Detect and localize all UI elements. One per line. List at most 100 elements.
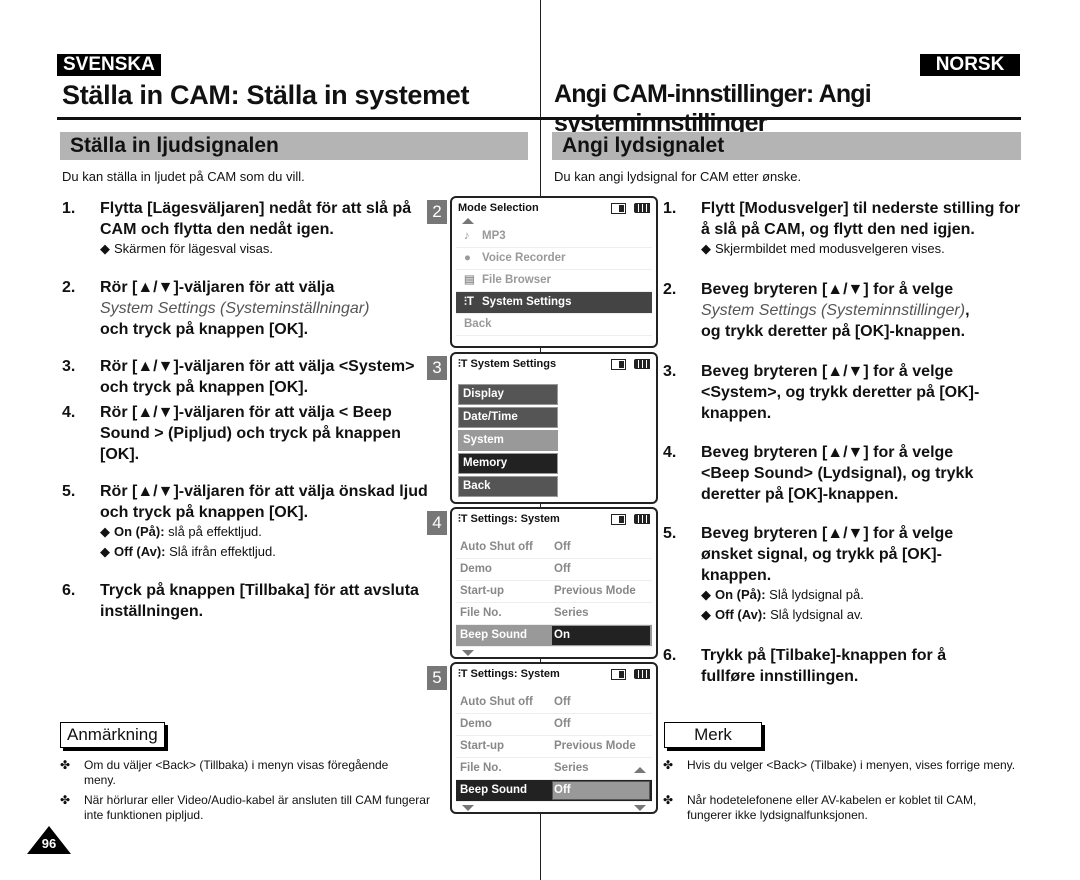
setting-key: Beep Sound xyxy=(460,784,528,796)
screen-title: Mode Selection xyxy=(458,202,539,214)
step-number: 5. xyxy=(62,483,76,500)
language-badge-norsk: NORSK xyxy=(920,54,1020,76)
option-label: Off (Av): xyxy=(715,607,767,622)
setting-key: Beep Sound xyxy=(460,629,528,641)
setting-demo[interactable]: Demo Off xyxy=(456,559,652,581)
diamond-bullet-icon: ◆ xyxy=(100,524,110,539)
step-number: 3. xyxy=(663,363,677,380)
note-text: Når hodetelefonene eller AV-kabelen er k… xyxy=(687,793,977,822)
value-down-arrow-icon[interactable] xyxy=(634,805,646,811)
battery-icon xyxy=(634,514,650,524)
settings-icon: ⫶T xyxy=(458,668,471,680)
step-number: 2. xyxy=(663,281,677,298)
step-text: Rör [▲/▼]-väljaren för att välja önskad … xyxy=(100,483,428,521)
step-1-note: ◆ Skärmen för lägesval visas. xyxy=(100,239,273,258)
menu-item-back[interactable]: Back xyxy=(458,476,558,497)
menu-item-mp3[interactable]: ♪ MP3 xyxy=(456,226,652,248)
status-icons xyxy=(611,359,650,379)
step-text: Flytt [Modusvelger] til nederste stillin… xyxy=(701,200,1021,238)
setting-auto-shut-off[interactable]: Auto Shut off Off xyxy=(456,692,652,714)
screen-step-number: 5 xyxy=(427,666,447,690)
menu-item-label: Back xyxy=(464,318,492,330)
scroll-down-arrow-icon xyxy=(462,805,474,811)
setting-value: Off xyxy=(554,563,571,575)
setting-auto-shut-off[interactable]: Auto Shut off Off xyxy=(456,537,652,559)
clover-bullet-icon: ✤ xyxy=(60,793,71,807)
setting-start-up[interactable]: Start-up Previous Mode xyxy=(456,736,652,758)
setting-value: Series xyxy=(554,762,589,774)
screen-system-settings: ⫶T System Settings Display Date/Time Sys… xyxy=(450,352,658,504)
setting-start-up[interactable]: Start-up Previous Mode xyxy=(456,581,652,603)
setting-value: Series xyxy=(554,607,589,619)
setting-key: Demo xyxy=(460,718,492,730)
screen-title: Settings: System xyxy=(470,513,560,525)
step-text: Rör [▲/▼]-väljaren för att välja <System… xyxy=(100,358,415,396)
setting-demo[interactable]: Demo Off xyxy=(456,714,652,736)
setting-value: Off xyxy=(554,784,571,796)
menu-item-display[interactable]: Display xyxy=(458,384,558,405)
setting-value: On xyxy=(554,629,570,641)
note-label-svenska: Anmärkning xyxy=(60,722,165,748)
diamond-bullet-icon: ◆ xyxy=(100,241,110,256)
file-icon: ▤ xyxy=(464,274,475,286)
setting-beep-sound[interactable]: Beep Sound Off xyxy=(456,780,652,802)
menu-item-voice-recorder[interactable]: ● Voice Recorder xyxy=(456,248,652,270)
menu-item-system[interactable]: System xyxy=(458,430,558,451)
step-text: Rör [▲/▼]-väljaren för att välja xyxy=(100,279,335,296)
option-text: slå på effektljud. xyxy=(164,524,262,539)
setting-file-no[interactable]: File No. Series xyxy=(456,758,652,780)
memory-card-icon xyxy=(611,514,626,525)
step-number: 1. xyxy=(62,200,76,217)
screen-header: ⫶T System Settings xyxy=(452,354,656,374)
setting-file-no[interactable]: File No. Series xyxy=(456,603,652,625)
note-item: ✤ Når hodetelefonene eller AV-kabelen er … xyxy=(663,793,1023,823)
step-number: 2. xyxy=(62,279,76,296)
step-number: 1. xyxy=(663,200,677,217)
step-text: Beveg bryteren [▲/▼] for å velge xyxy=(701,281,954,298)
option-label: On (På): xyxy=(114,524,165,539)
section-heading-text: Ställa in ljudsignalen xyxy=(70,134,279,157)
step-text: och tryck på knappen [OK]. xyxy=(100,321,309,338)
settings-icon: ⫶T xyxy=(458,358,471,370)
setting-key: File No. xyxy=(460,762,502,774)
menu-item-memory[interactable]: Memory xyxy=(458,453,558,474)
step-text: Flytta [Lägesväljaren] nedåt för att slå… xyxy=(100,200,412,238)
language-badge-svenska: SVENSKA xyxy=(57,54,161,76)
clover-bullet-icon: ✤ xyxy=(663,793,674,807)
value-up-arrow-icon[interactable] xyxy=(634,767,646,773)
menu-item-date-time[interactable]: Date/Time xyxy=(458,407,558,428)
page-title-norsk: Angi CAM-innstillinger: Angi systeminnst… xyxy=(554,80,872,137)
menu-item-label: Voice Recorder xyxy=(482,252,566,264)
diamond-bullet-icon: ◆ xyxy=(701,607,711,622)
step-text: Beveg bryteren [▲/▼] for å velge <Beep S… xyxy=(701,444,974,503)
clover-bullet-icon: ✤ xyxy=(60,758,71,772)
screen-header: Mode Selection xyxy=(452,198,656,218)
title-rule xyxy=(57,117,540,120)
screen-step-number: 2 xyxy=(427,200,447,224)
option-label: Off (Av): xyxy=(114,544,166,559)
step-1: 1. Flytt [Modusvelger] til nederste stil… xyxy=(663,198,1023,240)
section-heading-norsk: Angi lydsignalet xyxy=(552,132,1021,160)
memory-card-icon xyxy=(611,359,626,370)
diamond-bullet-icon: ◆ xyxy=(701,241,711,256)
menu-item-back[interactable]: Back xyxy=(456,314,652,336)
title-rule xyxy=(540,117,1021,120)
setting-beep-sound[interactable]: Beep Sound On xyxy=(456,625,652,647)
step-2: 2. Beveg bryteren [▲/▼] for å velge Syste… xyxy=(663,281,970,340)
step-text: og trykk deretter på [OK]-knappen. xyxy=(701,323,966,340)
music-note-icon: ♪ xyxy=(464,230,470,242)
step-5: 5. Beveg bryteren [▲/▼] for å velge ønsk… xyxy=(663,523,993,586)
screen-mode-selection: Mode Selection ♪ MP3 ● Voice Recorder ▤ Fil… xyxy=(450,196,658,348)
step-text: Rör [▲/▼]-väljaren för att välja < Beep … xyxy=(100,404,401,463)
setting-value: Previous Mode xyxy=(554,585,636,597)
menu-reference: System Settings (Systeminnstillinger) xyxy=(701,302,966,319)
setting-value: Off xyxy=(554,541,571,553)
menu-item-file-browser[interactable]: ▤ File Browser xyxy=(456,270,652,292)
menu-item-label: System Settings xyxy=(482,296,572,308)
status-icons xyxy=(611,669,650,689)
menu-item-system-settings[interactable]: ⫶T System Settings xyxy=(456,292,652,314)
step-text: Beveg bryteren [▲/▼] for å velge ønsket … xyxy=(701,525,954,584)
step-5-option-on: ◆ On (På): Slå lydsignal på. xyxy=(701,585,864,604)
scroll-up-arrow-icon xyxy=(462,218,474,224)
diamond-bullet-icon: ◆ xyxy=(701,587,711,602)
